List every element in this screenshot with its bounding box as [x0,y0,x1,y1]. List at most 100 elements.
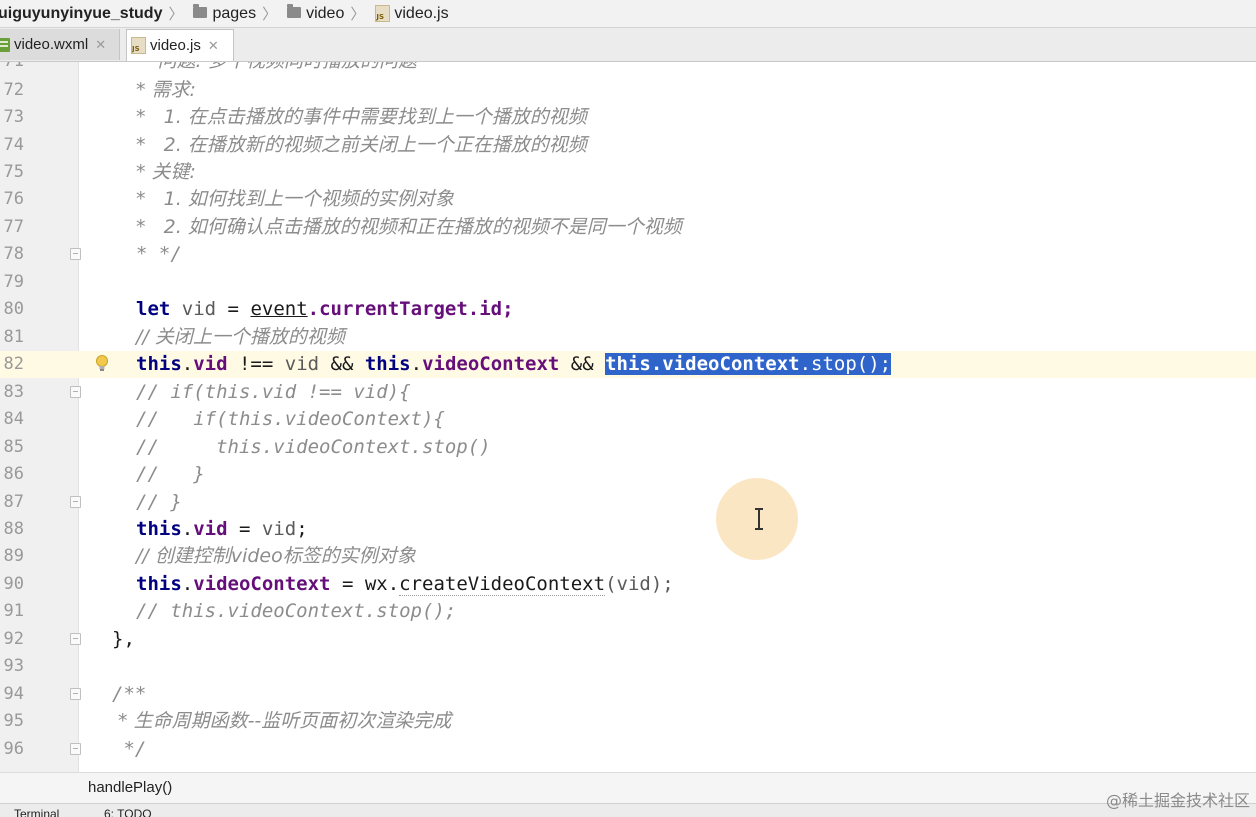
identifier: vid [181,298,217,320]
comment: // if(this.vid !== vid){ [136,381,411,403]
comment: // this.videoContext.stop(); [136,600,457,622]
operator: && [319,353,365,375]
breadcrumb-pages-label: pages [212,4,257,22]
code-text: /** [112,681,146,708]
line-number: 93 [3,656,24,676]
code-line: 94 /** [0,681,1256,708]
code-editor[interactable]: 71 * 问题: 多个视频同时播放的问题 72 * 需求: 73 * 1. 在点… [0,62,1256,772]
code-structure-bar: handlePlay() [0,772,1256,803]
code-line: 84 // if(this.videoContext){ [0,406,1256,433]
line-number: 94 [3,684,24,704]
code-line: 92 }, [0,626,1256,653]
line-number: 71 [0,62,24,75]
code-line: 96 */ [0,736,1256,763]
code-text: * 关键: [136,159,196,186]
fold-marker-icon[interactable] [70,496,81,508]
code-text: */ [112,736,146,763]
comment: /** [112,683,147,705]
comment: * 生命周期函数--监听页面初次渲染完成 [112,710,452,732]
text-selection[interactable]: this.videoContext.stop(); [605,353,892,375]
line-number: 90 [3,574,24,594]
operator: = [216,298,251,320]
dot: . [181,518,194,540]
comment: * 问题: 多个视频同时播放的问题 [136,62,417,72]
line-number: 83 [3,382,24,402]
close-icon[interactable]: ✕ [95,37,106,53]
code-text: this.vid = vid; [136,516,308,543]
comment: * 1. 如何找到上一个视频的实例对象 [136,188,454,210]
arguments: (vid); [605,573,674,595]
code-line: 73 * 1. 在点击播放的事件中需要找到上一个播放的视频 [0,104,1256,131]
code-line: 83 // if(this.vid !== vid){ [0,379,1256,406]
breadcrumb-pages[interactable]: pages [189,4,257,23]
code-text: * 1. 如何找到上一个视频的实例对象 [136,186,454,213]
identifier: event [250,298,308,320]
code-text: // 创建控制video标签的实例对象 [136,543,416,570]
folder-icon [193,4,208,18]
fold-marker-icon[interactable] [70,386,81,398]
code-line: 79 [0,269,1256,296]
code-text: * */ [136,241,182,268]
property: .currentTarget.id; [307,298,514,320]
tab-label: video.js [150,37,201,54]
line-number: 85 [3,437,24,457]
code-text: // 关闭上一个播放的视频 [136,324,345,351]
breadcrumb-project[interactable]: uiguyunyinyue_study [0,5,162,23]
current-function[interactable]: handlePlay() [88,773,172,803]
line-number: 92 [3,629,24,649]
breadcrumb-video[interactable]: video [283,4,345,23]
fold-marker-icon[interactable] [70,248,81,260]
comment: // } [136,463,205,485]
breadcrumb-video-label: video [306,4,345,22]
close-icon[interactable]: ✕ [208,38,219,54]
line-number: 79 [3,272,24,292]
code-line: 89 // 创建控制video标签的实例对象 [0,543,1256,570]
code-line: 72 * 需求: [0,77,1256,104]
line-number: 86 [3,464,24,484]
dot: . [410,353,423,375]
code-line: 85 // this.videoContext.stop() [0,434,1256,461]
operator: && [559,353,606,375]
comment: */ [112,738,147,760]
comment: * 需求: [136,79,196,101]
fold-marker-icon[interactable] [70,743,81,755]
code-text: this.videoContext = wx.createVideoContex… [136,571,674,598]
comment: // 关闭上一个播放的视频 [136,326,345,348]
line-number: 87 [3,492,24,512]
code-text: * 2. 在播放新的视频之前关闭上一个正在播放的视频 [136,132,587,159]
comment: * 2. 如何确认点击播放的视频和正在播放的视频不是同一个视频 [136,216,682,238]
identifier: wx. [364,573,400,595]
breadcrumb-file[interactable]: JS video.js [371,5,449,23]
semicolon: ; [296,518,308,540]
code-line: 93 [0,653,1256,680]
dot: . [181,353,194,375]
brace: }, [112,628,135,650]
fold-marker-icon[interactable] [70,688,81,700]
comment: // } [136,491,182,513]
line-number: 76 [3,189,24,209]
comment: // if(this.videoContext){ [136,408,445,430]
line-number: 77 [3,217,24,237]
tab-video-wxml[interactable]: video.wxml ✕ [0,29,120,60]
property: videoContext [193,573,331,595]
code-line: 71 * 问题: 多个视频同时播放的问题 [0,62,1256,75]
tab-video-js[interactable]: JS video.js ✕ [126,29,234,61]
method-name: createVideoContext [399,573,606,596]
line-number: 84 [3,409,24,429]
comment: // this.videoContext.stop() [136,436,491,458]
code-text: * 2. 如何确认点击播放的视频和正在播放的视频不是同一个视频 [136,214,682,241]
line-number: 81 [3,327,24,347]
code-line: 78 * */ [0,241,1256,268]
code-text: // this.videoContext.stop(); [136,598,456,625]
line-number: 73 [3,107,24,127]
line-number: 91 [3,601,24,621]
property: vid [193,518,228,540]
code-text: * 需求: [136,77,196,104]
keyword: this [136,353,182,375]
js-file-icon: JS [131,37,146,54]
comment: * 1. 在点击播放的事件中需要找到上一个播放的视频 [136,106,587,128]
lightbulb-icon[interactable] [95,354,109,374]
fold-marker-icon[interactable] [70,633,81,645]
property: videoContext [422,353,560,375]
code-line: 74 * 2. 在播放新的视频之前关闭上一个正在播放的视频 [0,132,1256,159]
